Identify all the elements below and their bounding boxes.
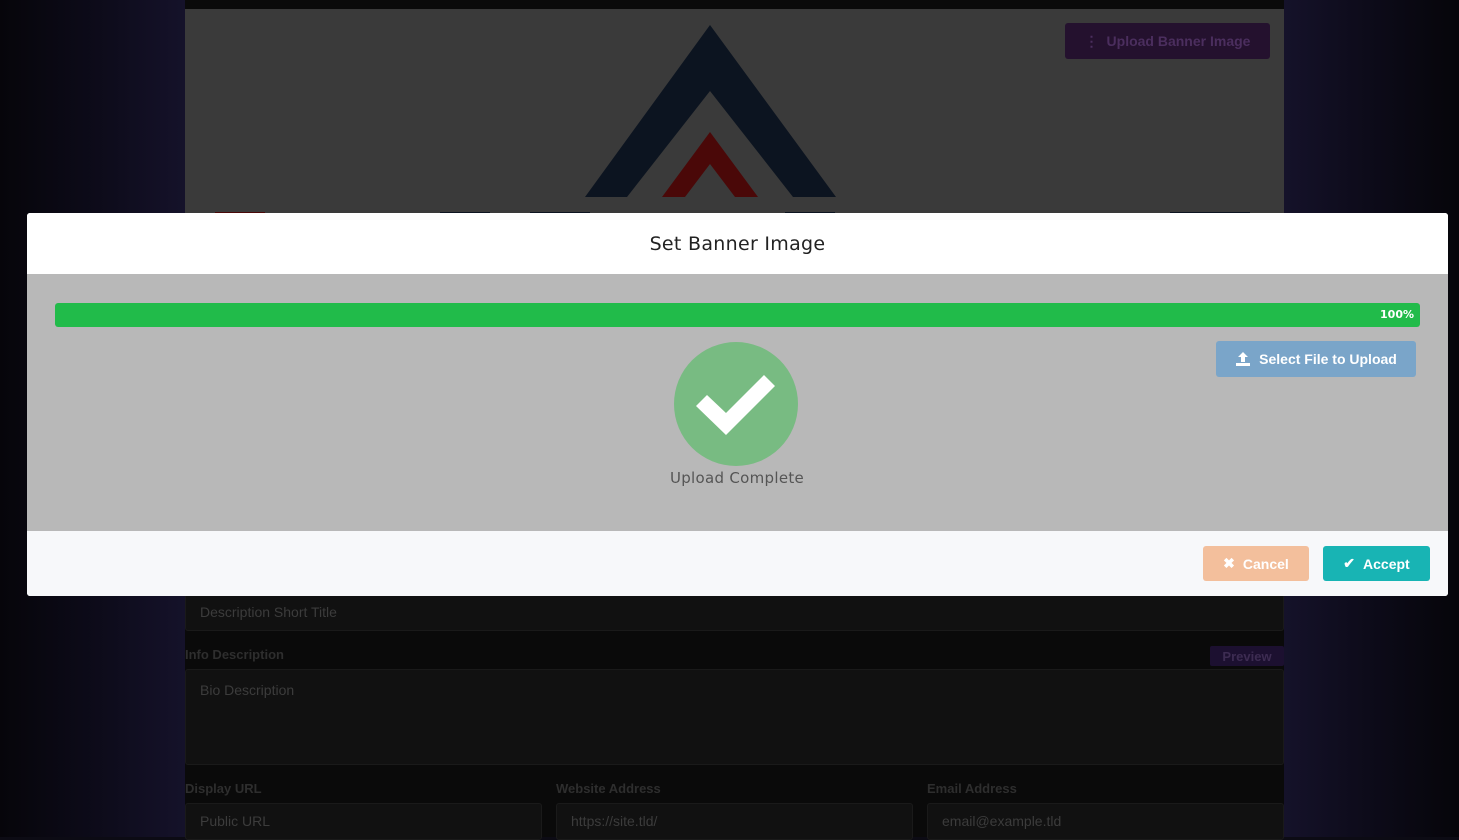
modal-footer: ✖ Cancel ✔ Accept [27,531,1448,596]
upload-banner-label: Upload Banner Image [1106,33,1251,49]
ellipsis-vertical-icon: ⋮ [1084,32,1099,49]
cancel-button[interactable]: ✖ Cancel [1203,546,1309,581]
checkmark-icon [696,375,775,435]
email-address-label: Email Address [927,781,1017,796]
upload-progress-bar: 100% [55,303,1420,327]
accept-button[interactable]: ✔ Accept [1323,546,1430,581]
set-banner-image-modal: Set Banner Image 100% Select File to Upl… [27,213,1448,596]
upload-success-indicator [674,342,798,466]
info-description-label: Info Description [185,647,284,662]
upload-progress-fill [55,303,1420,327]
website-address-input[interactable]: https://site.tld/ [556,803,913,840]
modal-header: Set Banner Image [27,213,1448,274]
modal-title: Set Banner Image [649,232,826,255]
display-url-input[interactable]: Public URL [185,803,542,840]
accept-label: Accept [1363,555,1410,572]
select-file-button[interactable]: Select File to Upload [1216,341,1416,377]
check-icon: ✔ [1343,555,1356,571]
upload-banner-button[interactable]: ⋮ Upload Banner Image [1065,23,1270,59]
cancel-label: Cancel [1242,555,1289,572]
bio-description-textarea[interactable]: Bio Description [185,669,1284,765]
upload-progress-label: 100% [1380,308,1414,321]
preview-button[interactable]: Preview [1210,646,1284,666]
display-url-label: Display URL [185,781,262,796]
select-file-label: Select File to Upload [1259,351,1397,367]
modal-body: 100% Select File to Upload Upload Comple… [27,274,1448,531]
upload-status-text: Upload Complete [669,469,805,487]
description-short-title-input[interactable]: Description Short Title [185,594,1284,631]
times-icon: ✖ [1223,555,1235,571]
upload-icon [1236,352,1251,366]
banner-image: ⋮ Upload Banner Image [185,9,1284,239]
email-address-input[interactable]: email@example.tld [927,803,1284,840]
website-address-label: Website Address [556,781,661,796]
